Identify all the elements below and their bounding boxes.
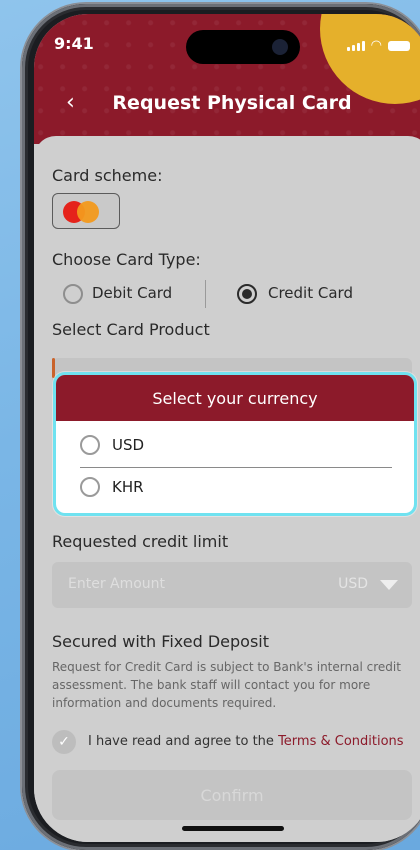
card-scheme-mastercard[interactable] xyxy=(52,193,120,229)
credit-card-label[interactable]: Credit Card xyxy=(268,284,353,302)
app-header: 9:41 ◠ ‹ Request Physical Card xyxy=(34,14,420,144)
debit-card-radio[interactable] xyxy=(63,284,83,304)
product-field-accent xyxy=(52,358,55,378)
usd-radio[interactable] xyxy=(80,435,100,455)
status-icons: ◠ xyxy=(346,38,410,53)
confirm-button[interactable]: Confirm xyxy=(52,770,412,820)
credit-card-radio[interactable] xyxy=(237,284,257,304)
credit-limit-placeholder: Enter Amount xyxy=(68,576,166,592)
currency-option-usd[interactable]: USD xyxy=(80,433,144,457)
usd-label: USD xyxy=(112,436,145,454)
screen: 9:41 ◠ ‹ Request Physical Card Card sche… xyxy=(34,14,420,842)
khr-radio[interactable] xyxy=(80,477,100,497)
currency-modal-title: Select your currency xyxy=(56,375,414,421)
page-title: Request Physical Card xyxy=(112,92,352,114)
terms-link[interactable]: Terms & Conditions xyxy=(278,734,404,749)
camera-icon xyxy=(272,39,288,55)
currency-divider xyxy=(80,467,392,468)
wifi-icon: ◠ xyxy=(370,38,382,53)
credit-limit-currency[interactable]: USD xyxy=(338,576,368,592)
credit-limit-input[interactable]: Enter Amount USD xyxy=(52,562,412,608)
status-time: 9:41 xyxy=(54,34,94,53)
dynamic-island xyxy=(186,30,300,64)
agree-prefix: I have read and agree to the xyxy=(88,734,279,749)
currency-option-khr[interactable]: KHR xyxy=(80,475,144,499)
chevron-down-icon[interactable] xyxy=(380,580,398,590)
fixed-deposit-text: Request for Credit Card is subject to Ba… xyxy=(52,660,401,710)
card-type-options: Debit Card Credit Card xyxy=(34,280,420,308)
agree-text: I have read and agree to the Terms & Con… xyxy=(88,734,404,749)
card-type-label: Choose Card Type: xyxy=(52,250,201,269)
home-indicator xyxy=(182,826,284,831)
card-scheme-label: Card scheme: xyxy=(52,166,163,185)
signal-icon xyxy=(346,40,365,51)
currency-modal: Select your currency USD KHR xyxy=(53,372,417,516)
agree-checkbox[interactable]: ✓ xyxy=(52,730,76,754)
option-divider xyxy=(205,280,206,308)
credit-limit-label: Requested credit limit xyxy=(52,532,229,551)
phone-frame: 9:41 ◠ ‹ Request Physical Card Card sche… xyxy=(22,4,420,850)
form-content: Card scheme: Choose Card Type: Debit Car… xyxy=(34,136,420,842)
debit-card-label[interactable]: Debit Card xyxy=(92,284,172,302)
card-product-label: Select Card Product xyxy=(52,320,210,339)
khr-label: KHR xyxy=(112,478,144,496)
fixed-deposit-title: Secured with Fixed Deposit xyxy=(52,632,269,651)
mastercard-logo-icon-right xyxy=(77,201,99,223)
battery-icon xyxy=(388,40,410,51)
